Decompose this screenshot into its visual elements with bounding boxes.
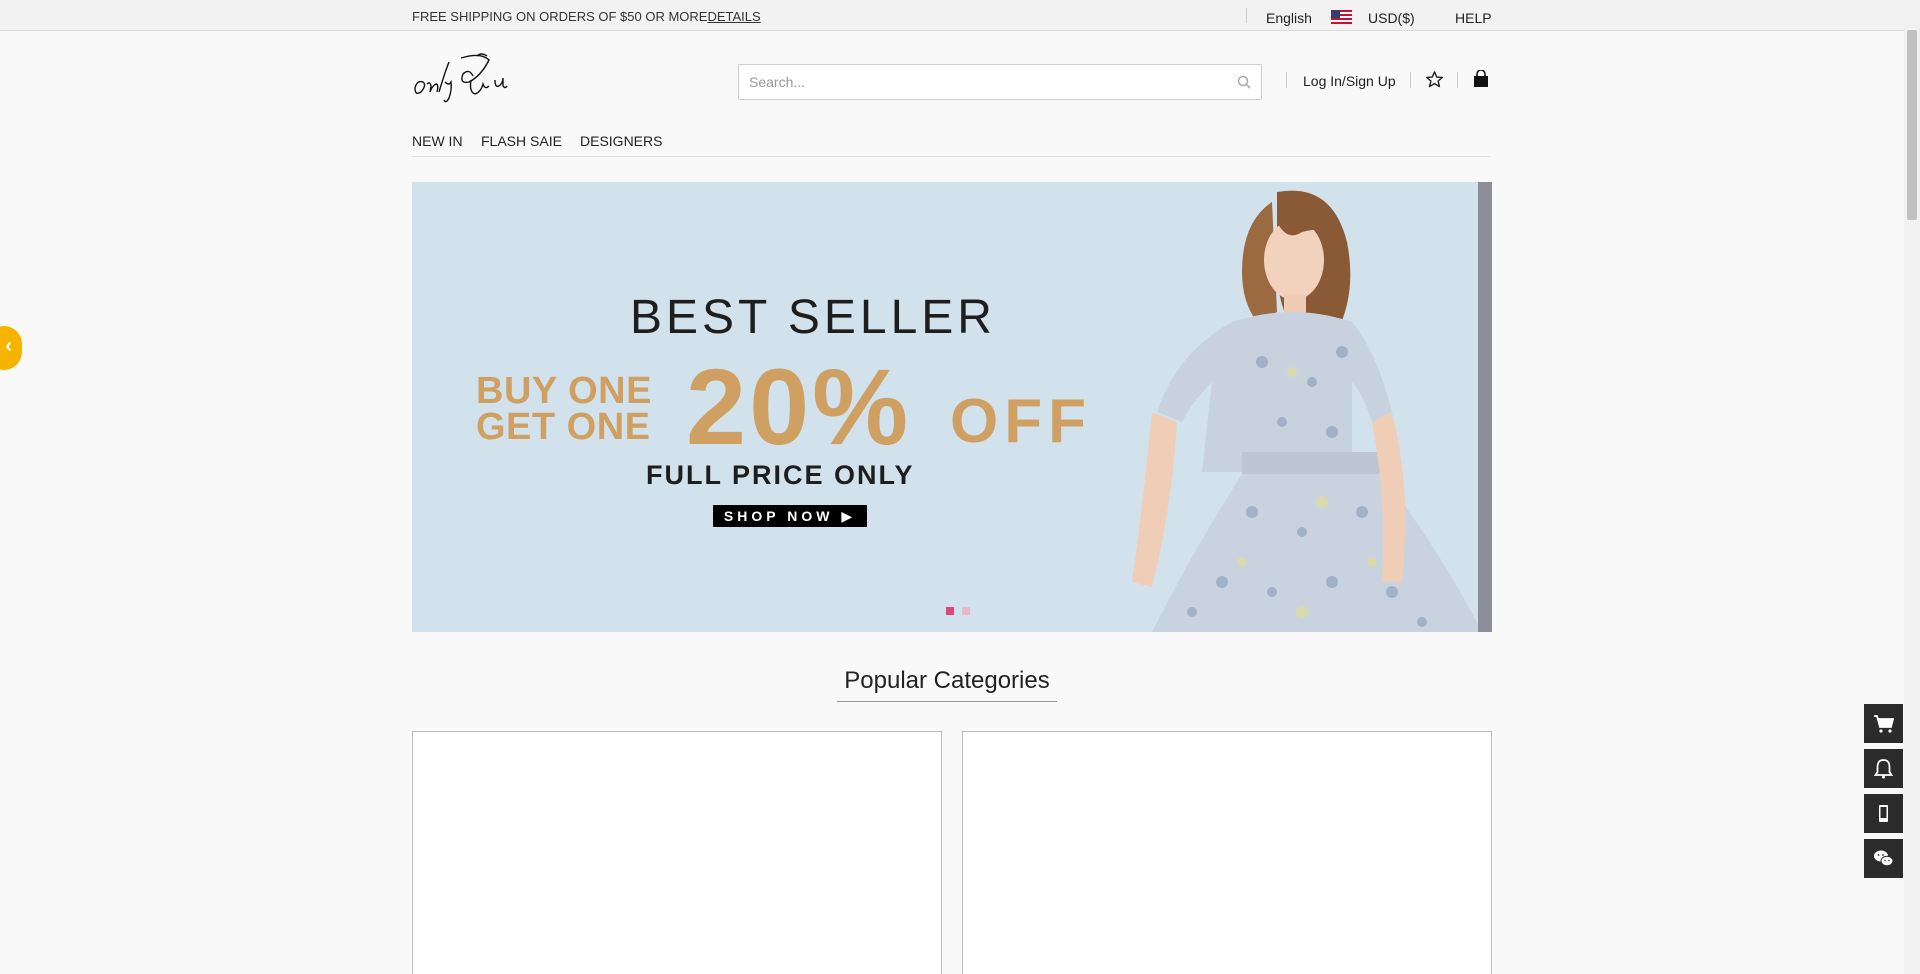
banner-subline: FULL PRICE ONLY — [646, 460, 915, 490]
floating-wechat-button[interactable] — [1864, 839, 1903, 878]
search-input[interactable] — [739, 65, 1219, 99]
logo[interactable] — [411, 50, 515, 108]
chevron-left-icon: ‹ — [5, 335, 12, 357]
model-photo — [1132, 190, 1482, 632]
floating-notify-button[interactable] — [1864, 749, 1903, 788]
shop-now-button[interactable]: SHOP NOW ▶ — [713, 505, 867, 527]
floating-mobile-button[interactable] — [1864, 794, 1903, 833]
us-flag-icon — [1331, 10, 1352, 24]
shipping-text: FREE SHIPPING ON ORDERS OF $50 OR MORE — [412, 9, 708, 24]
scrollbar-thumb[interactable] — [1907, 30, 1917, 220]
currency-selector[interactable]: USD($) — [1368, 10, 1415, 26]
nav-item-new-in[interactable]: NEW IN — [412, 133, 463, 149]
details-link[interactable]: DETAILS — [707, 9, 760, 24]
side-collapse-button[interactable]: ‹ — [0, 326, 22, 370]
banner-percent: 20% — [686, 346, 912, 467]
divider — [1286, 72, 1287, 88]
cart-icon — [1874, 715, 1894, 733]
banner-headline: BEST SELLER — [630, 291, 996, 344]
language-selector[interactable]: English — [1266, 10, 1312, 26]
slide-dot-active[interactable] — [946, 607, 954, 615]
search-icon[interactable] — [1237, 75, 1251, 89]
banner-promo-line-2: GET ONE — [476, 406, 651, 448]
mobile-icon — [1879, 805, 1888, 822]
bell-icon — [1873, 759, 1894, 779]
section-title-underline — [837, 701, 1057, 702]
search-box — [738, 64, 1262, 100]
shipping-notice: FREE SHIPPING ON ORDERS OF $50 OR MOREDE… — [412, 9, 761, 24]
wishlist-star-icon[interactable] — [1425, 70, 1444, 89]
hero-banner[interactable]: BEST SELLER BUY ONE GET ONE 20% OFF FULL… — [412, 182, 1492, 632]
floating-cart-button[interactable] — [1864, 704, 1903, 743]
top-bar: FREE SHIPPING ON ORDERS OF $50 OR MOREDE… — [0, 0, 1904, 31]
divider — [1457, 72, 1458, 88]
wechat-icon — [1874, 850, 1894, 867]
divider — [1410, 72, 1411, 88]
nav-divider — [412, 156, 1490, 157]
login-signup-link[interactable]: Log In/Sign Up — [1303, 73, 1396, 89]
section-title: Popular Categories — [844, 667, 1050, 694]
divider — [1246, 8, 1247, 23]
nav-item-flash-sale[interactable]: FLASH SAIE — [481, 133, 562, 149]
shopping-bag-icon[interactable] — [1472, 70, 1490, 89]
category-card[interactable] — [412, 731, 942, 974]
banner-off: OFF — [950, 387, 1092, 456]
help-link[interactable]: HELP — [1455, 10, 1492, 26]
page-scrollbar[interactable] — [1904, 0, 1920, 974]
slide-dot[interactable] — [962, 607, 970, 615]
category-card[interactable] — [962, 731, 1492, 974]
next-slide-edge — [1478, 182, 1492, 632]
nav-item-designers[interactable]: DESIGNERS — [580, 133, 662, 149]
